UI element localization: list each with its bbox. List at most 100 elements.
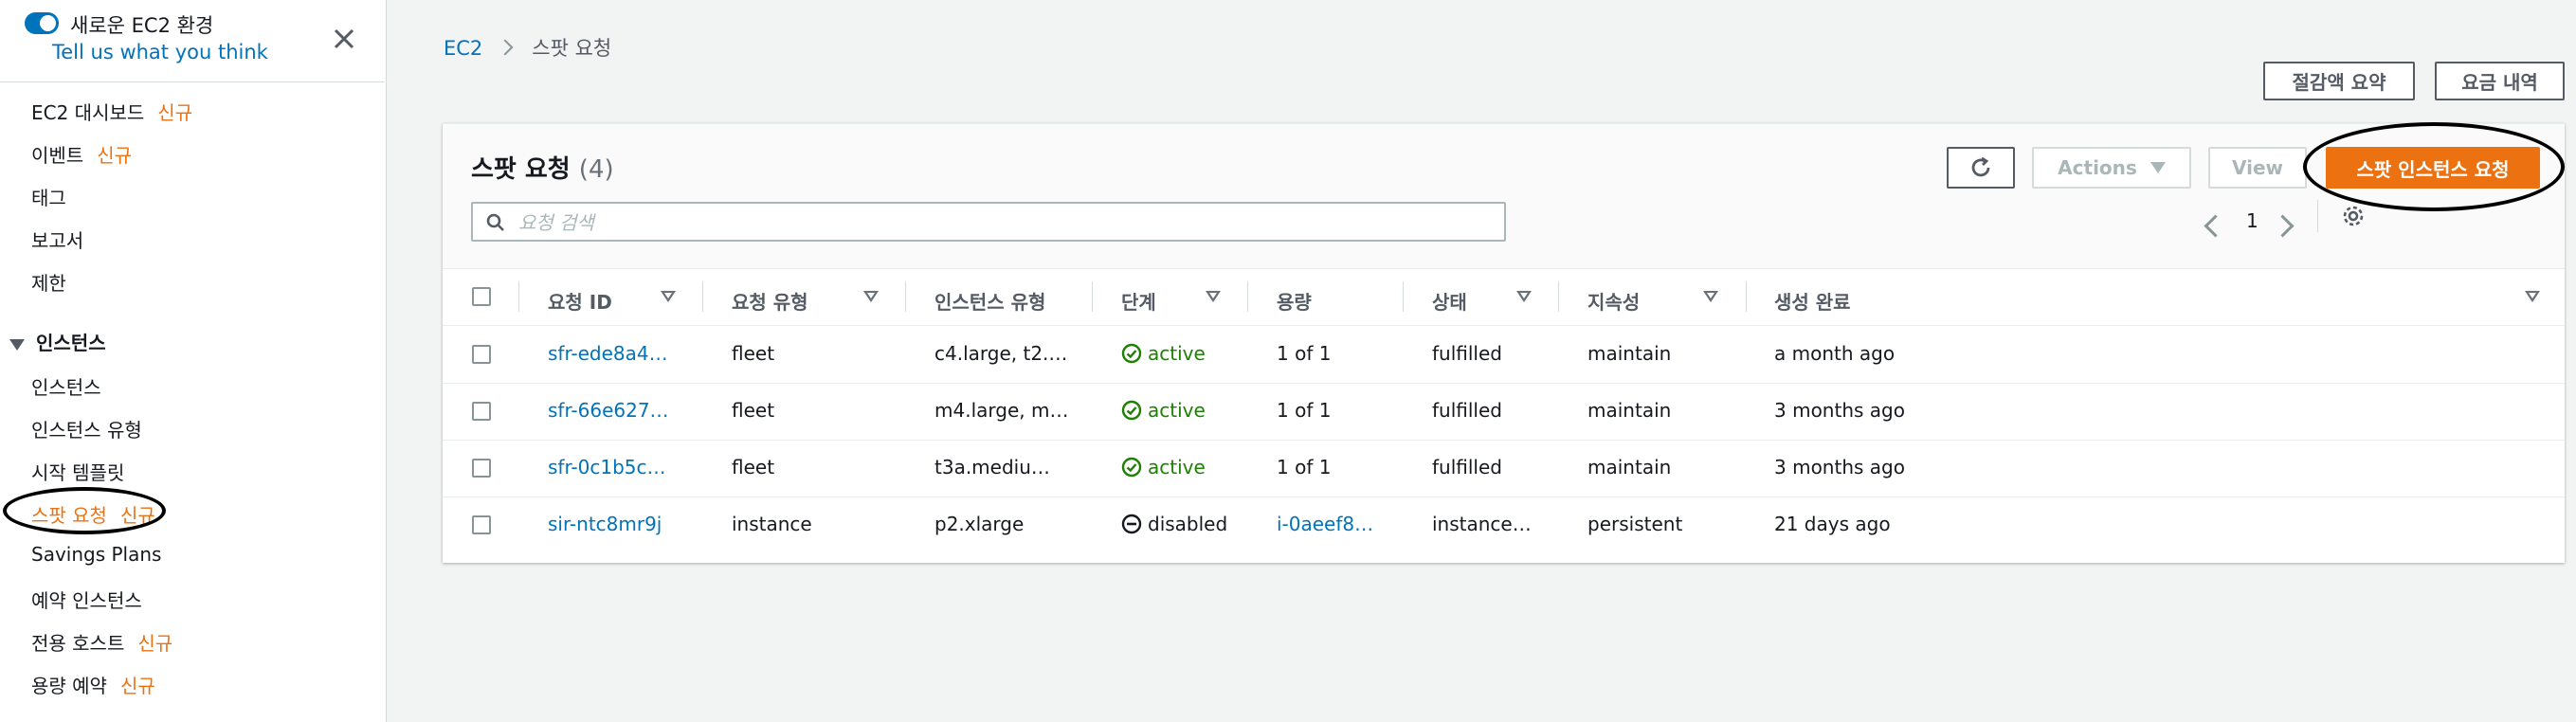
breadcrumb-ec2-link[interactable]: EC2 xyxy=(444,37,482,60)
persistence: maintain xyxy=(1587,342,1672,365)
caret-down-icon xyxy=(2150,162,2166,173)
state: instance… xyxy=(1432,513,1532,535)
sidebar-item-events[interactable]: 이벤트 신규 xyxy=(31,140,132,168)
sidebar-item-tags[interactable]: 태그 xyxy=(31,183,66,210)
new-badge: 신규 xyxy=(157,101,193,124)
instance-id-link[interactable]: i-0aeef8… xyxy=(1277,513,1373,535)
column-divider xyxy=(1092,281,1093,312)
chevron-right-icon[interactable] xyxy=(2271,214,2295,238)
column-header-state[interactable]: 상태 xyxy=(1432,287,1467,315)
check-circle-icon xyxy=(1121,343,1142,364)
created: 21 days ago xyxy=(1774,513,1891,535)
table-header: 요청 ID 요청 유형 인스턴스 유형 단계 용량 상태 지속성 생성 완료 xyxy=(443,268,2565,326)
search-icon xyxy=(486,213,504,231)
sidebar-header: 새로운 EC2 환경 Tell us what you think xyxy=(0,0,385,82)
sort-icon[interactable] xyxy=(1516,291,1532,302)
table-row[interactable]: sfr-0c1b5c… fleet t3a.mediu… active 1 of… xyxy=(443,440,2565,497)
state: fulfilled xyxy=(1432,456,1502,478)
sort-icon[interactable] xyxy=(661,291,676,302)
divider xyxy=(2317,200,2318,232)
sort-icon[interactable] xyxy=(1703,291,1718,302)
created: 3 months ago xyxy=(1774,456,1905,478)
column-divider xyxy=(1247,281,1248,312)
request-spot-instances-button[interactable]: 스팟 인스턴스 요청 xyxy=(2326,147,2540,189)
check-circle-icon xyxy=(1121,400,1142,421)
column-divider xyxy=(518,281,519,312)
sidebar-item-dedicated-hosts[interactable]: 전용 호스트 신규 xyxy=(31,628,172,656)
new-experience-label: 새로운 EC2 환경 xyxy=(70,14,214,37)
column-header-request-id[interactable]: 요청 ID xyxy=(548,287,612,315)
request-type: instance xyxy=(732,513,812,535)
sort-icon[interactable] xyxy=(863,291,879,302)
phase-status: active xyxy=(1121,456,1206,478)
column-header-persistence[interactable]: 지속성 xyxy=(1587,287,1640,315)
settings-gear-icon[interactable] xyxy=(2341,204,2366,232)
row-checkbox[interactable] xyxy=(472,345,491,364)
sidebar-item-instance-types[interactable]: 인스턴스 유형 xyxy=(31,415,142,442)
request-id-link[interactable]: sfr-66e627… xyxy=(548,399,669,422)
spot-requests-table-panel: 스팟 요청 (4) Actions View 스팟 인스턴스 요청 1 요청 I… xyxy=(443,123,2565,563)
request-type: fleet xyxy=(732,342,775,365)
refresh-button[interactable] xyxy=(1947,147,2015,189)
sidebar-item-reports[interactable]: 보고서 xyxy=(31,226,83,253)
breadcrumb-current: 스팟 요청 xyxy=(532,37,612,60)
select-all-checkbox[interactable] xyxy=(472,287,491,306)
sidebar-item-launch-templates[interactable]: 시작 템플릿 xyxy=(31,458,124,485)
disabled-circle-icon xyxy=(1121,514,1142,534)
row-checkbox[interactable] xyxy=(472,402,491,421)
sidebar-item-savings-plans[interactable]: Savings Plans xyxy=(31,543,161,566)
persistence: maintain xyxy=(1587,399,1672,422)
refresh-icon xyxy=(1971,156,1990,177)
sidebar-item-ec2-dashboard[interactable]: EC2 대시보드 신규 xyxy=(31,98,192,125)
instance-type: c4.large, t2.… xyxy=(934,342,1068,365)
column-header-phase[interactable]: 단계 xyxy=(1121,287,1156,315)
chevron-left-icon[interactable] xyxy=(2204,214,2227,238)
sort-icon[interactable] xyxy=(2525,291,2540,302)
row-checkbox[interactable] xyxy=(472,459,491,478)
state: fulfilled xyxy=(1432,342,1502,365)
phase-status: active xyxy=(1121,342,1206,365)
state: fulfilled xyxy=(1432,399,1502,422)
check-circle-icon xyxy=(1121,457,1142,478)
column-header-created[interactable]: 생성 완료 xyxy=(1774,287,1851,315)
request-id-link[interactable]: sir-ntc8mr9j xyxy=(548,513,662,535)
created: 3 months ago xyxy=(1774,399,1905,422)
persistence: maintain xyxy=(1587,456,1672,478)
panel-title: 스팟 요청 (4) xyxy=(471,155,614,184)
pricing-history-button[interactable]: 요금 내역 xyxy=(2435,62,2565,100)
search-input[interactable] xyxy=(517,204,1468,242)
column-header-capacity[interactable]: 용량 xyxy=(1277,287,1312,315)
page-number[interactable]: 1 xyxy=(2246,209,2259,232)
column-header-request-type[interactable]: 요청 유형 xyxy=(732,287,808,315)
sidebar-item-reserved-instances[interactable]: 예약 인스턴스 xyxy=(31,586,142,613)
close-icon[interactable] xyxy=(330,25,358,53)
row-checkbox[interactable] xyxy=(472,515,491,534)
table-row[interactable]: sfr-ede8a4… fleet c4.large, t2.… active … xyxy=(443,326,2565,384)
new-experience-toggle[interactable] xyxy=(25,12,59,34)
sidebar-item-capacity-reservations[interactable]: 용량 예약 신규 xyxy=(31,671,155,698)
caret-down-icon xyxy=(9,338,25,351)
persistence: persistent xyxy=(1587,513,1683,535)
sidebar-item-instances[interactable]: 인스턴스 xyxy=(31,372,101,400)
chevron-right-icon xyxy=(497,39,514,56)
sidebar-item-spot-requests[interactable]: 스팟 요청 신규 xyxy=(31,500,155,528)
new-badge: 신규 xyxy=(119,504,155,527)
savings-summary-button[interactable]: 절감액 요약 xyxy=(2263,62,2415,100)
instance-type: m4.large, m… xyxy=(934,399,1069,422)
table-row[interactable]: sfr-66e627… fleet m4.large, m… active 1 … xyxy=(443,383,2565,441)
search-box xyxy=(471,202,1506,242)
sort-icon[interactable] xyxy=(1206,291,1221,302)
sidebar-group-instances[interactable]: 인스턴스 xyxy=(9,328,106,355)
request-id-link[interactable]: sfr-ede8a4… xyxy=(548,342,668,365)
sidebar: 새로운 EC2 환경 Tell us what you think EC2 대시… xyxy=(0,0,387,722)
column-divider xyxy=(905,281,906,312)
actions-dropdown[interactable]: Actions xyxy=(2032,147,2191,189)
request-id-link[interactable]: sfr-0c1b5c… xyxy=(548,456,665,478)
sidebar-item-limits[interactable]: 제한 xyxy=(31,268,66,296)
column-divider xyxy=(1746,281,1747,312)
column-header-instance-type[interactable]: 인스턴스 유형 xyxy=(934,287,1045,315)
table-row[interactable]: sir-ntc8mr9j instance p2.xlarge disabled… xyxy=(443,496,2565,553)
feedback-link[interactable]: Tell us what you think xyxy=(52,41,268,63)
view-button[interactable]: View xyxy=(2208,147,2307,189)
breadcrumb: EC2 스팟 요청 xyxy=(444,33,611,62)
